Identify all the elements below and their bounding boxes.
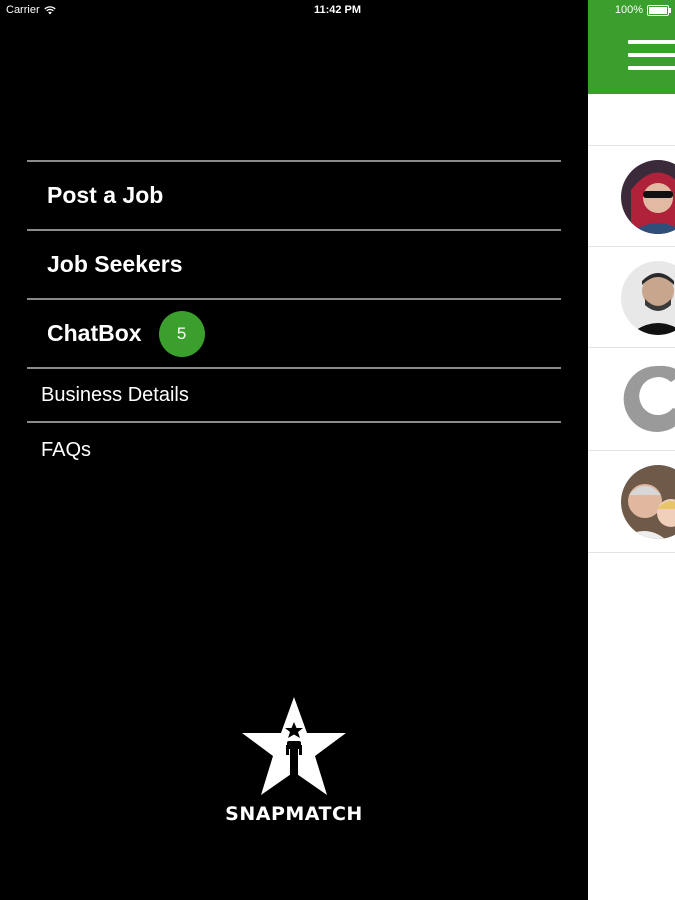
list-item[interactable] [588,347,675,449]
logo-wordmark: SNAPMATCH [225,803,363,825]
menu-item-business-details[interactable]: Business Details [27,369,561,423]
main-content-peek [588,0,675,900]
battery-icon [647,4,671,16]
avatar [621,160,675,234]
status-bar: Carrier 11:42 PM 100% [0,0,675,20]
menu-item-post-a-job[interactable]: Post a Job [27,162,561,231]
battery-percent: 100% [614,4,643,16]
menu-item-job-seekers[interactable]: Job Seekers [27,231,561,300]
drawer-menu: Post a Job Job Seekers ChatBox 5 Busines… [27,160,561,477]
list-divider [588,552,675,553]
avatar [621,261,675,335]
side-drawer: Post a Job Job Seekers ChatBox 5 Busines… [0,0,588,900]
list-item[interactable] [588,145,675,247]
menu-item-label: FAQs [41,438,92,461]
menu-item-faqs[interactable]: FAQs [27,423,561,477]
menu-item-label: Job Seekers [47,251,183,277]
status-battery: 100% [614,4,671,16]
chatbox-unread-badge: 5 [158,310,205,357]
list-item[interactable] [588,450,675,552]
menu-item-label: Post a Job [47,182,164,208]
hamburger-icon[interactable] [628,40,675,79]
list-item[interactable] [588,246,675,348]
menu-item-chatbox[interactable]: ChatBox 5 [27,300,561,369]
star-logo-icon [242,697,346,795]
avatar [621,465,675,539]
menu-item-label: Business Details [41,383,189,406]
menu-item-label: ChatBox [47,320,142,346]
avatar [621,362,675,436]
status-time: 11:42 PM [313,4,362,16]
snapmatch-logo: SNAPMATCH [0,695,588,825]
